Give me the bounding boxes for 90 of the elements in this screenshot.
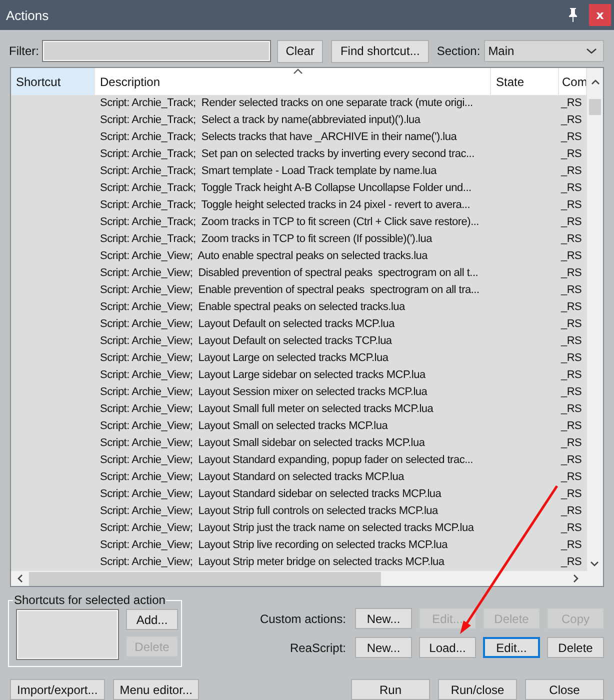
scroll-right-icon[interactable] — [573, 574, 579, 583]
action-button[interactable]: New... — [355, 608, 412, 629]
section-label: Section: — [436, 44, 480, 58]
description-cell-text: Script: Archie_View; Layout Strip live recording on selected tracks MCP.lua — [99, 538, 449, 553]
command-cell-text: _RS — [560, 334, 583, 349]
scrollbar-thumb[interactable] — [589, 99, 601, 115]
command-cell-text: _RS — [560, 521, 583, 536]
description-cell-text: Script: Archie_Track; Smart template - Load Track template by name.lua — [99, 164, 438, 179]
description-cell-text: Script: Archie_View; Layout Session mixer on selected tracks MCP.lua — [99, 385, 428, 400]
action-button[interactable]: Delete — [547, 637, 604, 658]
footer-button[interactable]: Close — [525, 679, 604, 700]
description-cell-text: Script: Archie_View; Enable spectral peaks on selected tracks.lua — [99, 300, 406, 315]
command-cell-text: _RS — [560, 283, 583, 298]
description-cell-text: Script: Archie_View; Layout Small sidebar on selected tracks MCP.lua — [99, 436, 426, 451]
command-cell-text: _RS — [560, 419, 583, 434]
description-cell-text: Script: Archie_View; Layout Standard sidebar on selected tracks MCP.lua — [99, 487, 442, 502]
command-cell-text: _RS — [560, 232, 583, 247]
add-button[interactable]: Add... — [126, 609, 178, 630]
command-cell-text: _RS — [560, 249, 583, 264]
action-button[interactable]: Edit... — [483, 637, 540, 658]
description-cell-text: Script: Archie_View; Auto enable spectral peaks on selected tracks.lua — [99, 249, 429, 264]
command-cell-text: _RS — [560, 198, 583, 213]
description-cell-text: Script: Archie_View; Disabled prevention of spectral peaks spectrogram on all t... — [99, 266, 480, 281]
description-cell-text: Script: Archie_Track; Selects tracks that have _ARCHIVE in their name(').lua — [99, 130, 458, 145]
description-cell-text: Script: Archie_View; Layout Default on selected tracks TCP.lua — [99, 334, 393, 349]
filter-field[interactable] — [42, 40, 271, 62]
command-cell-text: _RS — [560, 504, 583, 519]
group-title: Shortcuts for selected action — [13, 593, 166, 607]
scrollbar-thumb[interactable] — [29, 572, 381, 586]
footer-button[interactable]: Run/close — [438, 679, 517, 700]
description-cell-text: Script: Archie_Track; Set pan on selected tracks by inverting every second trac... — [99, 147, 476, 162]
window-title: Actions — [6, 8, 50, 22]
description-cell-text: Script: Archie_View; Layout Strip meter bridge on selected tracks MCP.lua — [99, 555, 446, 570]
description-cell-text: Script: Archie_Track; Toggle height selected tracks in 24 pixel - revert to avera... — [99, 198, 472, 213]
description-cell-text: Script: Archie_View; Layout Small full meter on selected tracks MCP.lua — [99, 402, 434, 417]
window-close-button[interactable]: x — [589, 4, 611, 26]
sort-caret-icon — [292, 68, 302, 74]
row-label: ReaScript: — [288, 640, 346, 654]
command-cell-text: _RS — [560, 385, 583, 400]
command-cell-text: _RS — [560, 96, 583, 111]
command-cell-text: _RS — [560, 368, 583, 383]
description-cell-text: Script: Archie_View; Layout Standard on selected tracks MCP.lua — [99, 470, 406, 485]
command-cell-text: _RS — [560, 487, 583, 502]
description-cell-text: Script: Archie_Track; Zoom tracks in TCP to fit screen (If possible)(').lua — [99, 232, 434, 247]
find-shortcut-button[interactable]: Find shortcut... — [331, 40, 429, 62]
command-cell-text: _RS — [560, 266, 583, 281]
shortcut-list[interactable] — [16, 609, 119, 660]
description-cell-text: Script: Archie_View; Layout Strip just the track name on selected tracks MCP.lua — [99, 521, 475, 536]
command-cell-text: _RS — [560, 351, 583, 366]
command-cell-text: _RS — [560, 181, 583, 196]
import-export-button[interactable]: Import/export... — [10, 679, 105, 700]
scroll-up-icon[interactable] — [590, 78, 600, 84]
clear-button[interactable]: Clear — [276, 40, 324, 62]
command-cell-text: _RS — [560, 555, 583, 570]
column-header[interactable]: State — [491, 68, 559, 95]
description-cell-text: Script: Archie_Track; Toggle Track height A-B Collapse Uncollapse Folder und... — [99, 181, 472, 196]
description-cell-text: Script: Archie_View; Layout Strip full controls on selected tracks MCP.lua — [99, 504, 440, 519]
section-dropdown[interactable]: Main — [484, 40, 604, 62]
menu-editor-button[interactable]: Menu editor... — [112, 679, 200, 700]
column-header[interactable]: Description — [95, 68, 491, 95]
description-cell-text: Script: Archie_Track; Select a track by name(abbreviated input)(').lua — [99, 113, 422, 128]
description-cell-text: Script: Archie_View; Layout Large on selected tracks MCP.lua — [99, 351, 390, 366]
command-cell-text: _RS — [560, 436, 583, 451]
description-cell-text: Script: Archie_Track; Render selected tracks on one separate track (mute origi... — [99, 96, 474, 111]
command-cell-text: _RS — [560, 215, 583, 230]
description-cell-text: Script: Archie_View; Layout Large sidebar on selected tracks MCP.lua — [99, 368, 427, 383]
command-cell-text: _RS — [560, 317, 583, 332]
action-button[interactable]: Load... — [419, 637, 476, 658]
command-cell-text: _RS — [560, 453, 583, 468]
scroll-left-icon[interactable] — [17, 574, 23, 583]
footer-button[interactable]: Run — [351, 679, 430, 700]
command-cell-text: _RS — [560, 130, 583, 145]
description-cell-text: Script: Archie_Track; Zoom tracks in TCP to fit screen (Ctrl + Click save restore)... — [99, 215, 480, 230]
command-cell-text: _RS — [560, 164, 583, 179]
command-cell-text: _RS — [560, 147, 583, 162]
command-cell-text: _RS — [560, 402, 583, 417]
description-cell-text: Script: Archie_View; Layout Small on selected tracks MCP.lua — [99, 419, 389, 434]
command-cell-text: _RS — [560, 470, 583, 485]
pin-icon[interactable] — [567, 8, 579, 22]
description-cell-text: Script: Archie_View; Enable prevention of spectral peaks spectrogram on all tra... — [99, 283, 480, 298]
action-button[interactable]: New... — [355, 637, 412, 658]
command-cell-text: _RS — [560, 113, 583, 128]
filter-label: Filter: — [9, 44, 39, 58]
command-cell-text: _RS — [560, 538, 583, 553]
column-header[interactable]: Shortcut — [11, 68, 95, 95]
scroll-down-icon[interactable] — [590, 561, 599, 567]
row-label: Custom actions: — [260, 612, 346, 626]
description-cell-text: Script: Archie_View; Layout Default on selected tracks MCP.lua — [99, 317, 396, 332]
command-cell-text: _RS — [560, 300, 583, 315]
description-cell-text: Script: Archie_View; Layout Standard expanding, popup fader on selected trac... — [99, 453, 474, 468]
